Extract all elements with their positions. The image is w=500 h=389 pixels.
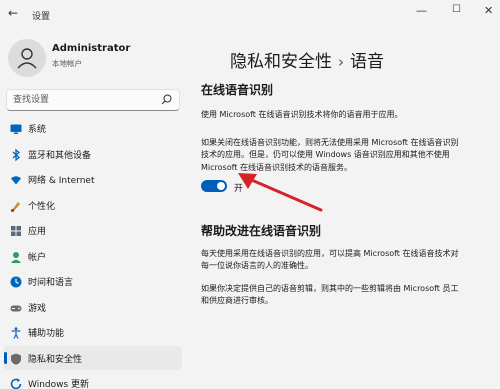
sidebar: Administrator 本地帐户 系统蓝牙和其他设备网络 & Interne… — [0, 28, 184, 389]
sidebar-item-4[interactable]: 应用 — [4, 218, 182, 242]
sidebar-item-1[interactable]: 蓝牙和其他设备 — [4, 142, 182, 166]
page-title: 语音 — [350, 52, 384, 72]
paragraph-line: 和供应商进行审核。 — [201, 296, 273, 306]
main-content: 隐私和安全性 › 语音 在线语音识别 使用 Microsoft 在线语音识别技术将你… — [184, 28, 500, 389]
avatar[interactable] — [8, 39, 46, 77]
person-icon — [17, 48, 37, 69]
online-speech-title: 在线语音识别 — [201, 83, 274, 97]
help-improve-paragraph-1: 每天使用采用在线语音识别的应用，可以提高 Microsoft 在线语音技术对 每… — [201, 248, 496, 273]
search-icon — [161, 94, 172, 105]
sidebar-item-label: 网络 & Internet — [28, 176, 95, 186]
shield-icon — [9, 351, 23, 365]
title-bar: ← 设置 — ☐ ✕ — [0, 0, 500, 28]
sidebar-item-10[interactable]: Windows 更新 — [4, 371, 182, 389]
user-name: Administrator — [52, 43, 131, 54]
sidebar-item-5[interactable]: 帐户 — [4, 244, 182, 268]
paragraph-line: 每一位说你语言的人的准确性。 — [201, 261, 313, 271]
wifi-icon — [9, 172, 23, 186]
accessibility-icon — [9, 325, 23, 339]
sidebar-item-label: 系统 — [28, 125, 47, 135]
toggle-knob — [217, 182, 225, 190]
brush-icon — [9, 198, 23, 212]
sidebar-item-8[interactable]: 辅助功能 — [4, 320, 182, 344]
minimize-button[interactable]: — — [416, 4, 427, 17]
paragraph-line: 每天使用采用在线语音识别的应用，可以提高 Microsoft 在线语音技术对 — [201, 249, 459, 258]
online-speech-description: 使用 Microsoft 在线语音识别技术将你的语音用于应用。 — [201, 110, 403, 119]
sidebar-item-9[interactable]: 隐私和安全性 — [4, 345, 182, 370]
help-improve-paragraph-2: 如果你决定提供自己的语音剪辑，则其中的一些剪辑将由 Microsoft 员工 和… — [201, 283, 496, 308]
maximize-button[interactable]: ☐ — [452, 4, 461, 15]
sidebar-item-label: 时间和语言 — [28, 278, 74, 288]
annotation-arrow — [238, 173, 323, 212]
breadcrumb-parent[interactable]: 隐私和安全性 — [230, 52, 332, 72]
search-box[interactable] — [6, 89, 180, 111]
selection-indicator — [4, 351, 7, 364]
sidebar-item-6[interactable]: 时间和语言 — [4, 269, 182, 293]
globe-clock-icon — [9, 274, 23, 288]
sidebar-item-label: 蓝牙和其他设备 — [28, 150, 92, 161]
user-account-type: 本地帐户 — [52, 59, 82, 68]
apps-icon — [9, 223, 23, 237]
sidebar-item-label: 应用 — [28, 227, 47, 237]
account-icon — [9, 249, 23, 263]
app-title: 设置 — [32, 12, 51, 22]
help-improve-title: 帮助改进在线语音识别 — [201, 224, 322, 238]
monitor-icon — [9, 121, 23, 135]
sidebar-item-label: 帐户 — [28, 252, 47, 263]
search-input[interactable] — [13, 92, 153, 108]
sidebar-item-7[interactable]: 游戏 — [4, 295, 182, 319]
chevron-right-icon: › — [338, 53, 344, 71]
sidebar-item-label: 个性化 — [28, 201, 56, 212]
breadcrumb: 隐私和安全性 › 语音 — [230, 47, 384, 72]
back-arrow-icon[interactable]: ← — [8, 6, 18, 20]
warning-line: 如果关闭在线语音识别功能，则将无法使用采用 Microsoft 在线语音识别 — [201, 138, 459, 147]
sidebar-item-label: 辅助功能 — [28, 329, 65, 339]
sidebar-item-0[interactable]: 系统 — [4, 116, 182, 140]
sidebar-item-2[interactable]: 网络 & Internet — [4, 167, 182, 191]
bluetooth-icon — [9, 147, 23, 161]
sidebar-item-3[interactable]: 个性化 — [4, 193, 182, 217]
sidebar-item-label: 隐私和安全性 — [28, 354, 83, 365]
sidebar-item-label: 游戏 — [28, 303, 47, 314]
online-speech-toggle[interactable] — [201, 180, 227, 192]
paragraph-line: 如果你决定提供自己的语音剪辑，则其中的一些剪辑将由 Microsoft 员工 — [201, 284, 459, 293]
gamepad-icon — [9, 300, 23, 314]
update-icon — [9, 376, 23, 389]
sidebar-item-label: Windows 更新 — [28, 380, 90, 389]
warning-line: 技术的应用。但是，仍可以使用 Windows 语音识别应用和其他不使用 — [201, 150, 450, 160]
online-speech-warning: 如果关闭在线语音识别功能，则将无法使用采用 Microsoft 在线语音识别 技… — [201, 137, 496, 174]
close-button[interactable]: ✕ — [484, 4, 493, 17]
